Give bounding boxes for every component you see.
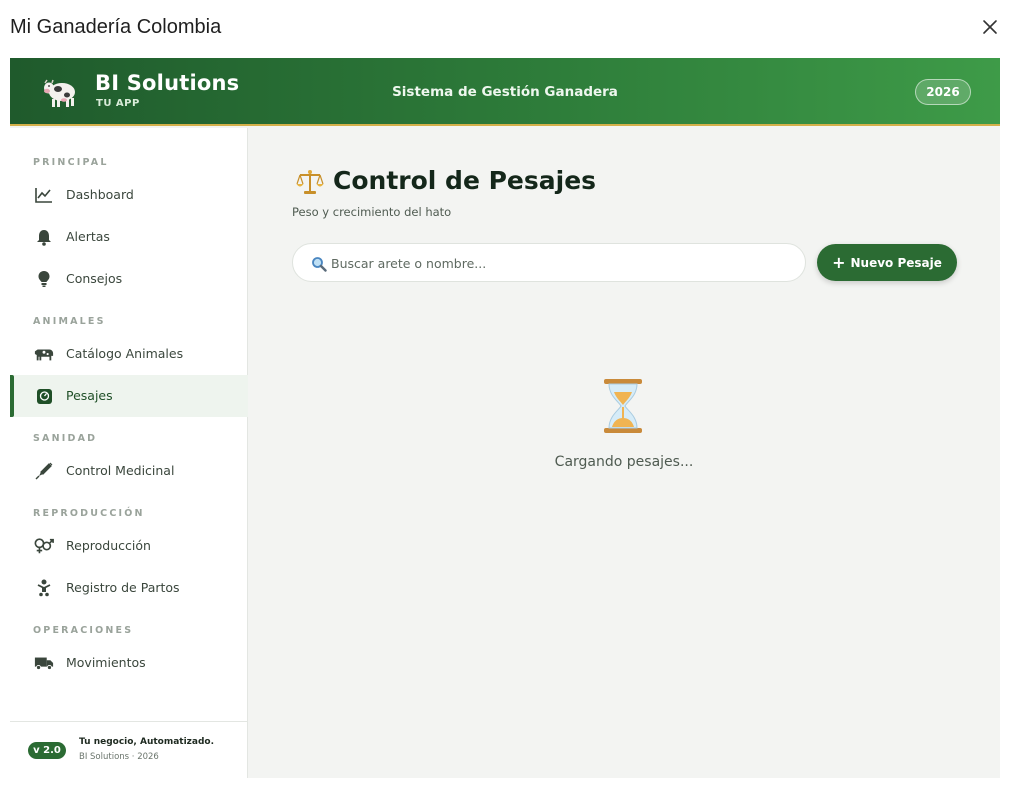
sidebar-footer: v 2.0 Tu negocio, Automatizado. BI Solut… <box>10 721 248 778</box>
sidebar-item-label: Catálogo Animales <box>66 346 184 361</box>
sidebar-item-alertas[interactable]: Alertas <box>10 216 248 258</box>
sidebar-item-label: Alertas <box>66 229 110 244</box>
sidebar-item-movimientos[interactable]: Movimientos <box>10 642 248 684</box>
sidebar-item-medicinal[interactable]: Control Medicinal <box>10 450 248 492</box>
app-header: BI Solutions TU APP Sistema de Gestión G… <box>10 58 1000 126</box>
page-title: Control de Pesajes <box>333 166 597 195</box>
sidebar-item-reproduccion[interactable]: Reproducción <box>10 525 248 567</box>
version-badge: v 2.0 <box>28 742 66 759</box>
truck-icon <box>34 653 54 673</box>
section-principal: PRINCIPAL <box>33 157 109 168</box>
sidebar-item-label: Movimientos <box>66 655 146 670</box>
hourglass-icon <box>604 379 642 433</box>
search-input[interactable] <box>331 252 791 274</box>
cow-icon <box>34 344 54 364</box>
sidebar-item-consejos[interactable]: Consejos <box>10 258 248 300</box>
footer-copyright: BI Solutions · 2026 <box>79 752 159 762</box>
new-pesaje-button-label: Nuevo Pesaje <box>850 256 942 270</box>
footer-tagline: Tu negocio, Automatizado. <box>79 737 215 747</box>
sidebar-item-catalogo[interactable]: Catálogo Animales <box>10 333 248 375</box>
bell-icon <box>34 227 54 247</box>
sidebar: PRINCIPAL Dashboard Alertas Consejos ANI… <box>10 128 248 778</box>
gender-icon <box>34 536 54 556</box>
section-reproduccion: REPRODUCCIÓN <box>33 508 145 519</box>
plus-icon: + <box>832 253 846 272</box>
sidebar-item-label: Consejos <box>66 271 123 286</box>
sidebar-item-label: Dashboard <box>66 187 134 202</box>
section-operaciones: OPERACIONES <box>33 625 134 636</box>
app-frame: BI Solutions TU APP Sistema de Gestión G… <box>10 58 1000 778</box>
sidebar-item-label: Control Medicinal <box>66 463 175 478</box>
window-titlebar: Mi Ganadería Colombia <box>0 0 1013 58</box>
window-title: Mi Ganadería Colombia <box>10 16 222 38</box>
balance-scale-icon <box>296 170 324 194</box>
new-pesaje-button[interactable]: + Nuevo Pesaje <box>817 244 957 281</box>
page-subtitle: Peso y crecimiento del hato <box>292 205 452 219</box>
sidebar-item-label: Reproducción <box>66 538 151 553</box>
system-title: Sistema de Gestión Ganadera <box>392 84 618 100</box>
section-sanidad: SANIDAD <box>33 433 98 444</box>
search-box[interactable] <box>292 243 806 282</box>
year-badge: 2026 <box>915 79 971 105</box>
sidebar-item-label: Pesajes <box>66 388 113 403</box>
chart-line-icon <box>34 185 54 205</box>
section-animales: ANIMALES <box>33 316 106 327</box>
sidebar-item-dashboard[interactable]: Dashboard <box>10 174 248 216</box>
sidebar-item-pesajes[interactable]: Pesajes <box>10 375 248 417</box>
sidebar-item-label: Registro de Partos <box>66 580 180 595</box>
sidebar-item-partos[interactable]: Registro de Partos <box>10 567 248 609</box>
search-icon <box>312 257 327 272</box>
close-icon[interactable] <box>979 16 1001 38</box>
syringe-icon <box>34 461 54 481</box>
baby-icon <box>34 578 54 598</box>
loading-text: Cargando pesajes... <box>554 454 694 470</box>
scale-icon <box>34 386 54 406</box>
lightbulb-icon <box>34 269 54 289</box>
main-content: Control de Pesajes Peso y crecimiento de… <box>248 128 1000 778</box>
